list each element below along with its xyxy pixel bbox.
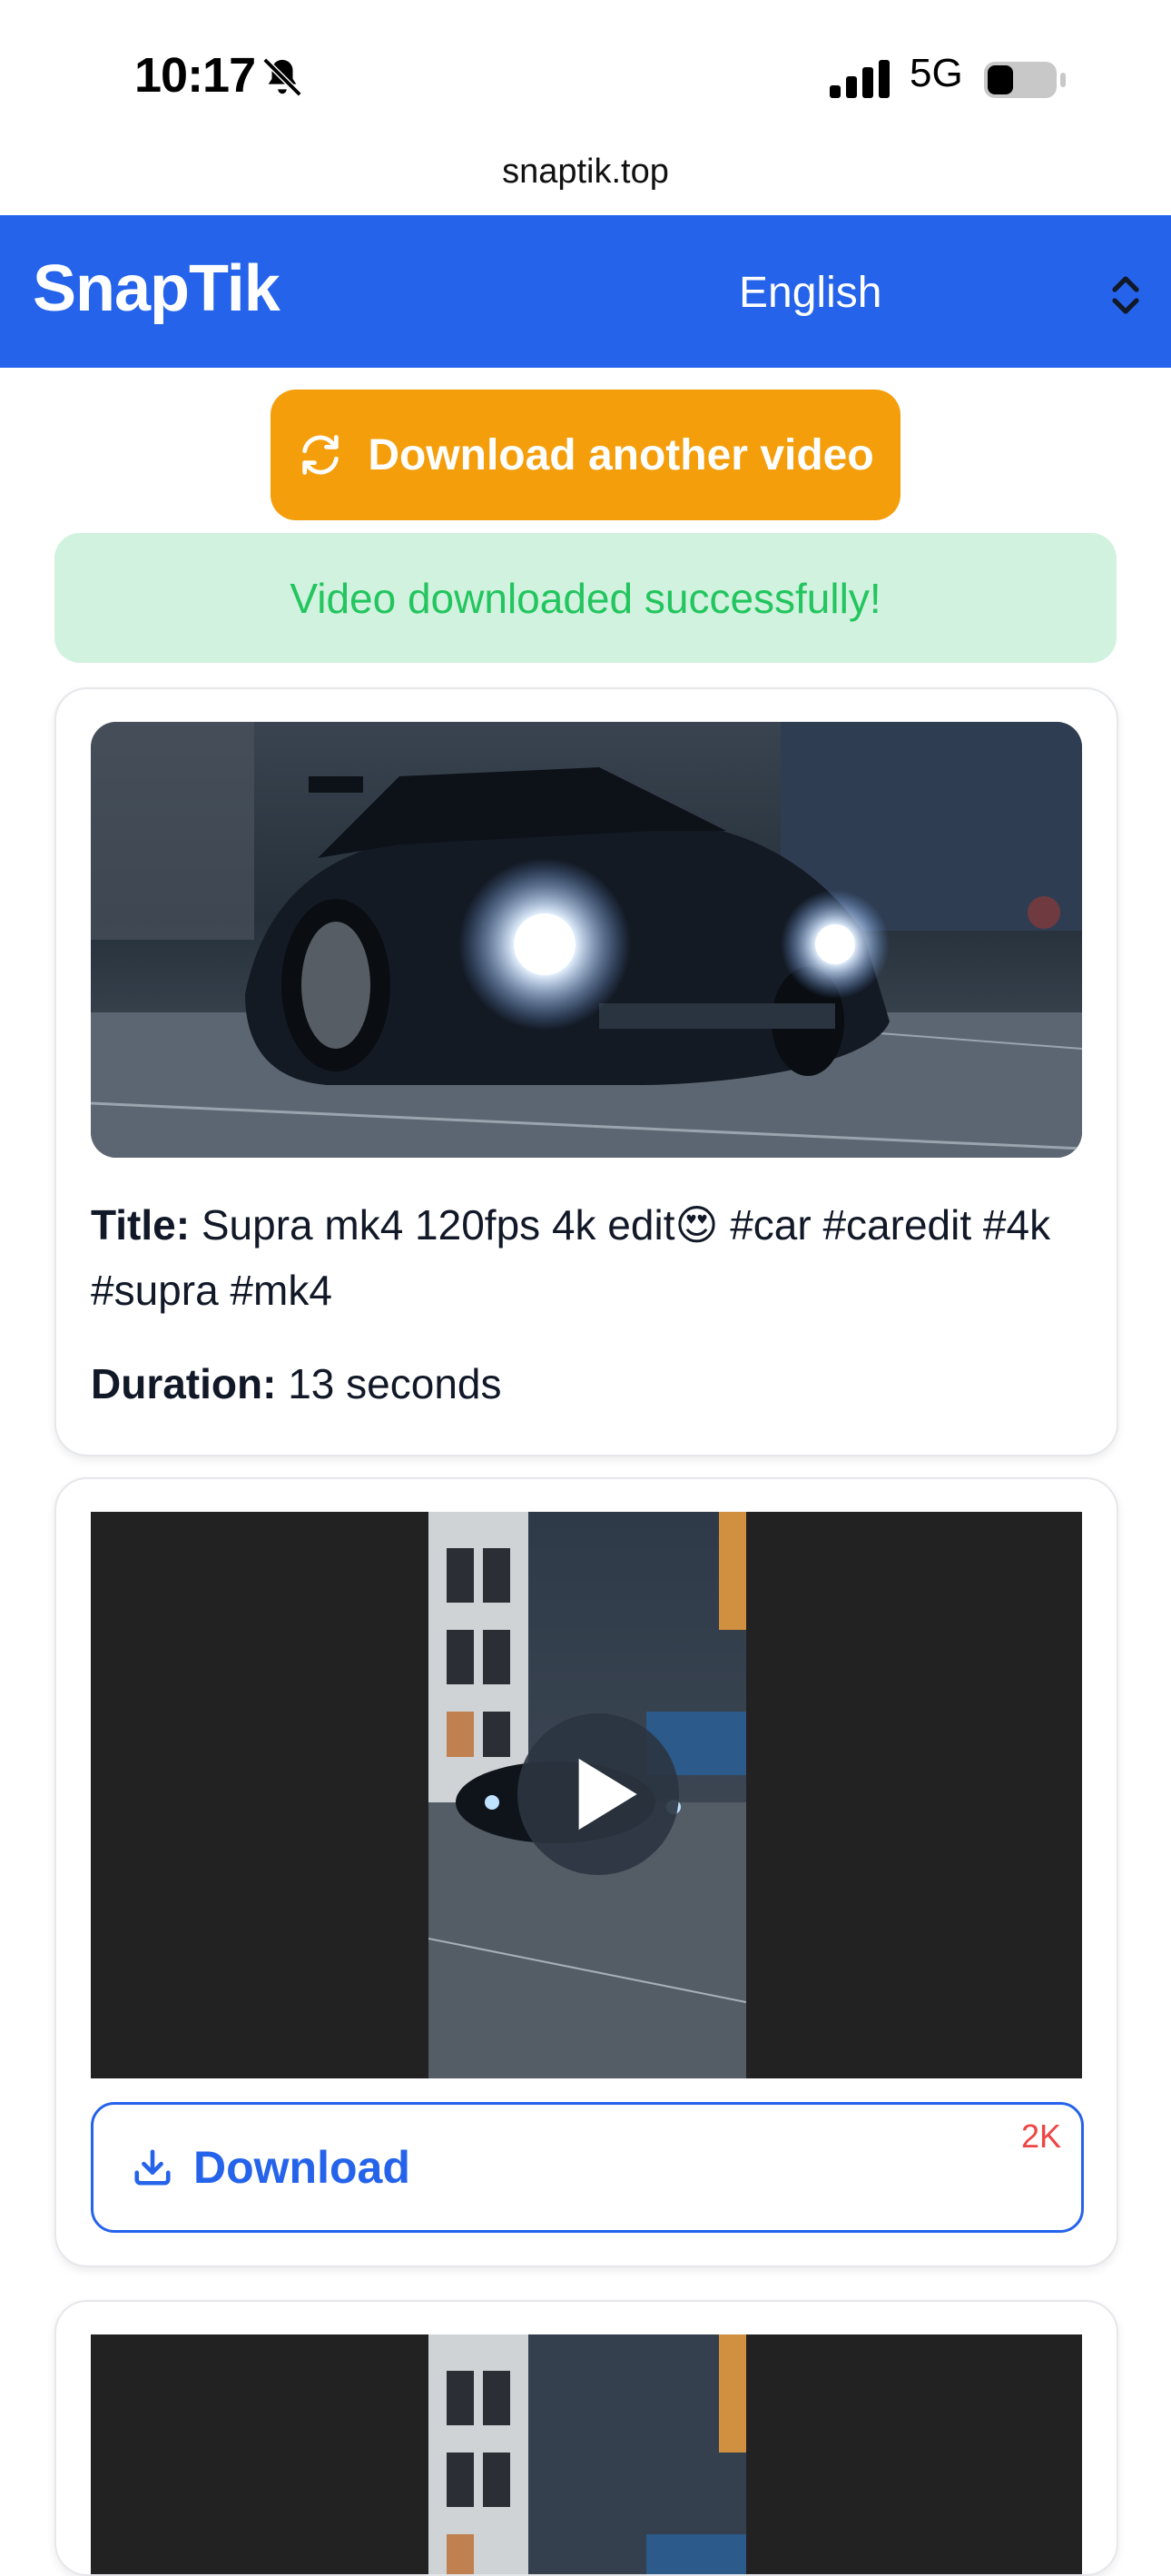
duration-value: 13 seconds <box>288 1360 502 1407</box>
signal-icon <box>830 60 890 98</box>
status-bar: 10:17 5G <box>0 0 1171 145</box>
success-text: Video downloaded successfully! <box>290 574 881 622</box>
language-select[interactable]: English <box>739 268 881 318</box>
video-thumbnail <box>91 722 1082 1158</box>
download-card: Download 2K <box>54 1477 1118 2267</box>
duration-label: Duration: <box>91 1360 277 1407</box>
video-title: Title: Supra mk4 120fps 4k edit😍 #car #c… <box>91 1192 1082 1323</box>
download-another-label: Download another video <box>368 430 874 479</box>
video-duration: Duration: 13 seconds <box>91 1359 501 1408</box>
title-value: Supra mk4 120fps 4k edit😍 #car #caredit … <box>91 1201 1051 1314</box>
video-player-2[interactable] <box>91 2334 1082 2574</box>
success-alert: Video downloaded successfully! <box>54 533 1117 663</box>
quality-badge: 2K <box>1020 2117 1061 2155</box>
refresh-icon <box>302 435 339 475</box>
chevron-updown-icon[interactable] <box>1109 271 1142 319</box>
video-frame-2 <box>428 2334 746 2574</box>
play-icon[interactable] <box>517 1713 679 1875</box>
bell-slash-icon <box>262 57 302 97</box>
battery-icon <box>984 62 1066 98</box>
download-label: Download <box>193 2142 410 2193</box>
browser-url[interactable]: snaptik.top <box>0 153 1171 192</box>
download-button[interactable]: Download 2K <box>91 2102 1084 2233</box>
video-player[interactable] <box>91 1512 1082 2078</box>
download-icon <box>134 2149 171 2186</box>
title-label: Title: <box>91 1201 191 1249</box>
network-label: 5G <box>910 51 963 95</box>
status-time: 10:17 <box>134 48 256 103</box>
download-another-button[interactable]: Download another video <box>271 390 900 520</box>
brand-logo[interactable]: SnapTik <box>33 252 280 326</box>
site-header: SnapTik English <box>0 215 1171 368</box>
video-info-card: Title: Supra mk4 120fps 4k edit😍 #car #c… <box>54 687 1118 1456</box>
download-card-2 <box>54 2300 1118 2576</box>
